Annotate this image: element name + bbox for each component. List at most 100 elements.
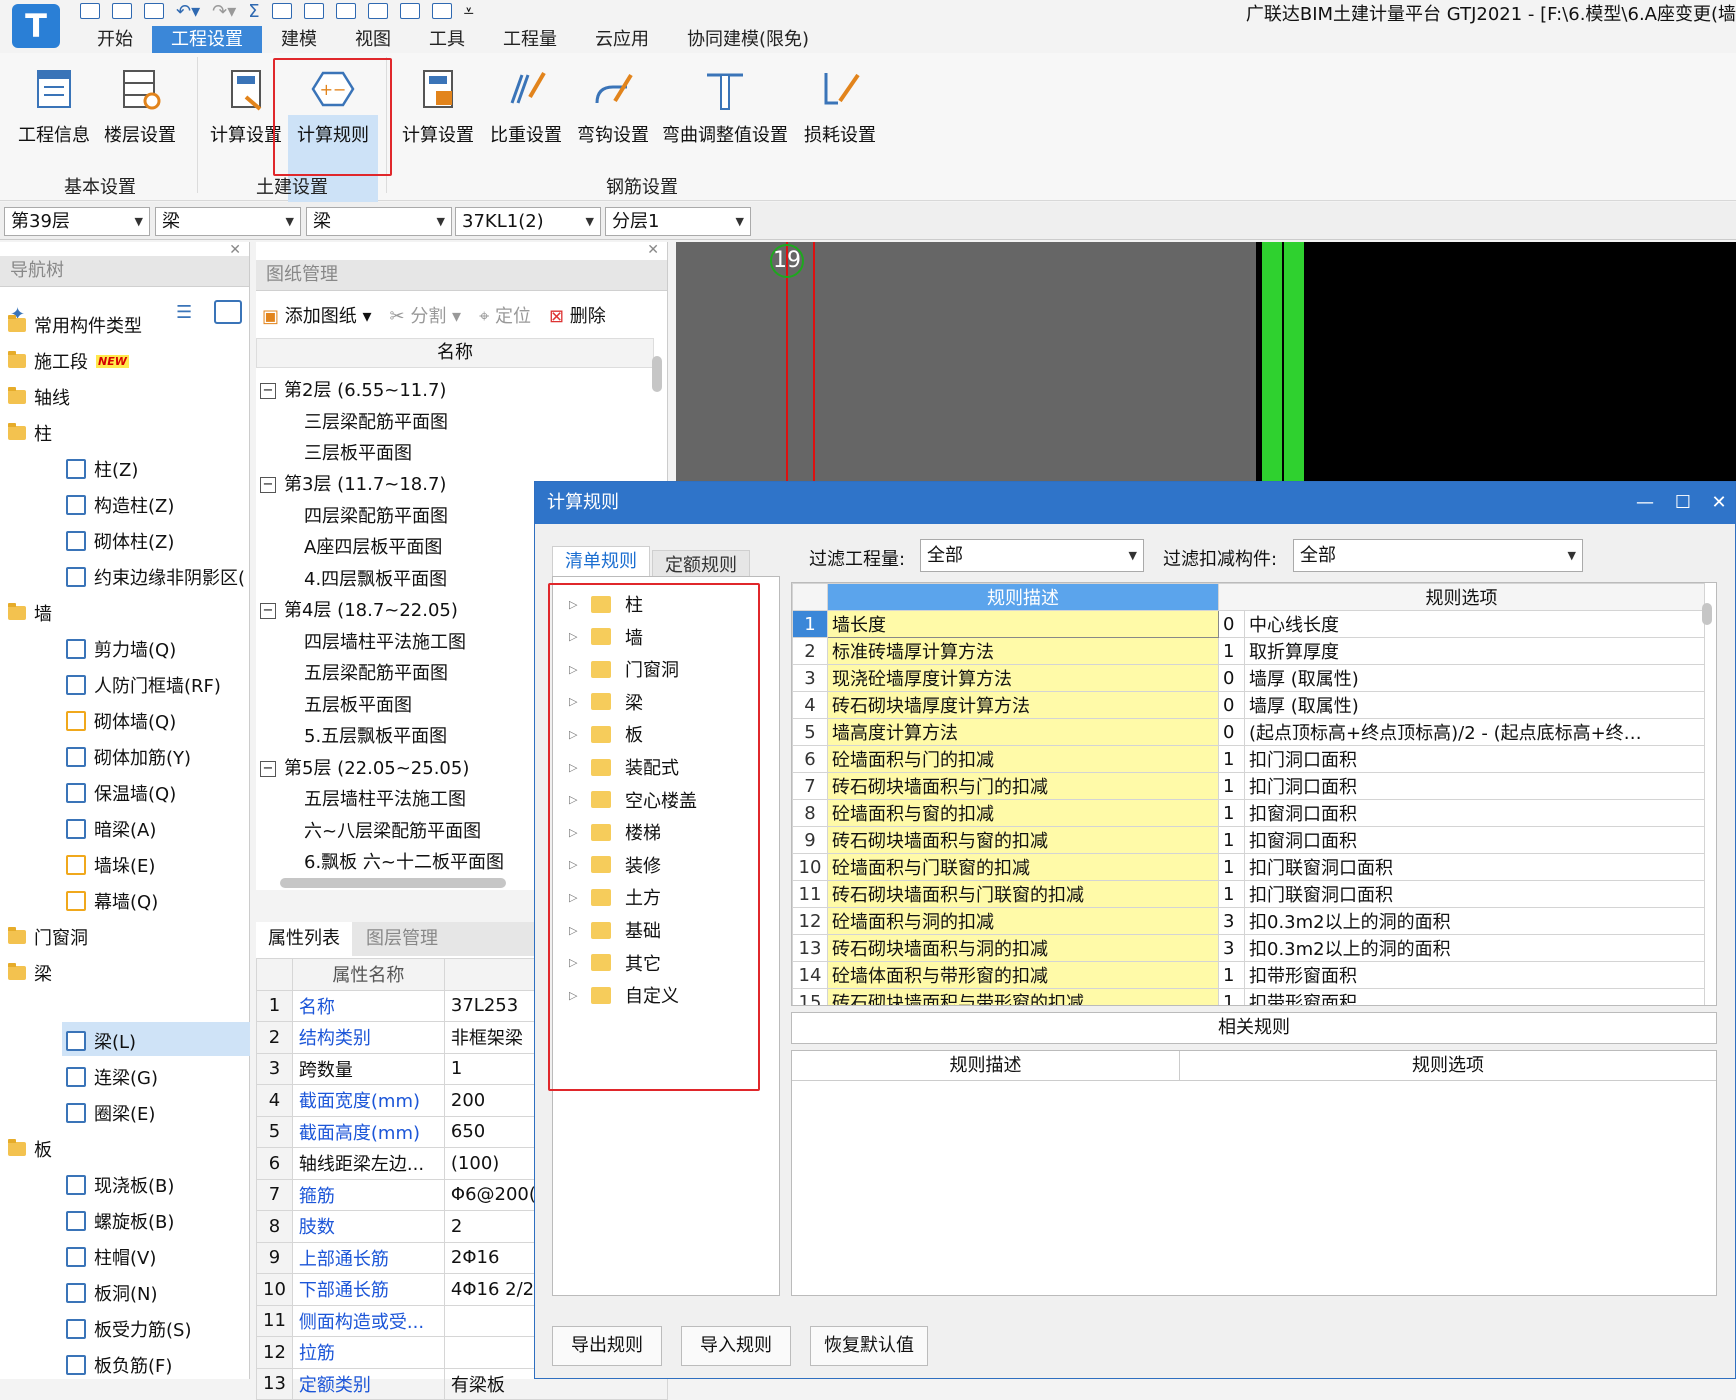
rule-code[interactable]: 1 (1218, 853, 1245, 881)
rule-option[interactable]: 扣门洞口面积 (1244, 772, 1705, 800)
rule-option[interactable]: 扣窗洞口面积 (1244, 799, 1705, 827)
rule-row[interactable]: 15 砖石砌块墙面积与带形窗的扣减 1 扣带形窗面积 (792, 988, 1705, 1005)
nav-civil-defense-wall[interactable]: 人防门框墙(RF) (66, 672, 221, 698)
type-select[interactable]: 梁 ▼ (306, 207, 452, 236)
nav-beam[interactable]: 梁 (8, 960, 52, 986)
undo-icon[interactable]: ↶▾ (176, 1, 200, 22)
bend-adjust-button[interactable]: 弯曲调整值设置 (660, 61, 790, 151)
card-view-icon[interactable] (214, 300, 242, 324)
tab-props[interactable]: 属性列表 (256, 922, 352, 956)
drawing-floor-row[interactable]: − 第5层 (22.05~25.05) (260, 754, 469, 780)
floor-select[interactable]: 第39层 ▼ (4, 207, 150, 236)
nav-slab-main-rebar[interactable]: 板受力筋(S) (66, 1316, 191, 1342)
nav-wall[interactable]: 墙 (8, 600, 52, 626)
customize-icon[interactable]: ⩡ (464, 1, 474, 22)
nav-slab[interactable]: 板 (8, 1136, 52, 1162)
grid-header-desc[interactable]: 规则描述 (827, 583, 1219, 611)
view-icon[interactable] (271, 3, 292, 19)
rule-code[interactable]: 1 (1218, 772, 1245, 800)
rule-option[interactable]: 扣0.3m2以上的洞的面积 (1244, 907, 1705, 935)
nav-masonry-column[interactable]: 砌体柱(Z) (66, 528, 174, 554)
rule-row[interactable]: 14 砼墙体面积与带形窗的扣减 1 扣带形窗面积 (792, 961, 1705, 989)
rule-row[interactable]: 10 砼墙面积与门联窗的扣减 1 扣门联窗洞口面积 (792, 853, 1705, 881)
layer-icon[interactable] (335, 3, 356, 19)
restore-defaults-button[interactable]: 恢复默认值 (810, 1326, 928, 1366)
tab-bill-rules[interactable]: 清单规则 (552, 546, 650, 577)
nav-column-cap[interactable]: 柱帽(V) (66, 1244, 156, 1270)
rule-code[interactable]: 3 (1218, 934, 1245, 962)
save-icon[interactable] (144, 3, 164, 19)
add-drawing-button[interactable]: ▣ 添加图纸 ▾ (262, 302, 372, 328)
drawing-canvas[interactable]: 19 (676, 242, 1736, 482)
nav-hidden-beam[interactable]: 暗梁(A) (66, 816, 156, 842)
nav-constructional-column[interactable]: 构造柱(Z) (66, 492, 174, 518)
delete-button[interactable]: ⊠ 删除 (549, 302, 606, 328)
redo-icon[interactable]: ↷▾ (212, 1, 236, 22)
tab-tools[interactable]: 工具 (410, 26, 484, 53)
rule-desc[interactable]: 砼墙面积与窗的扣减 (827, 799, 1219, 827)
rule-desc[interactable]: 墙高度计算方法 (827, 718, 1219, 746)
rule-option[interactable]: 扣门联窗洞口面积 (1244, 853, 1705, 881)
drawing-row[interactable]: 四层墙柱平法施工图 (304, 628, 466, 654)
tab-view[interactable]: 视图 (336, 26, 410, 53)
export-rules-button[interactable]: 导出规则 (552, 1326, 662, 1366)
nav-curtain-wall[interactable]: 幕墙(Q) (66, 888, 158, 914)
rule-desc[interactable]: 现浇砼墙厚度计算方法 (827, 664, 1219, 692)
rule-desc[interactable]: 标准砖墙厚计算方法 (827, 637, 1219, 665)
hook-settings-button[interactable]: 弯钩设置 (573, 61, 653, 151)
tab-layers[interactable]: 图层管理 (354, 922, 450, 956)
rule-row[interactable]: 12 砼墙面积与洞的扣减 3 扣0.3m2以上的洞的面积 (792, 907, 1705, 935)
floor-settings-button[interactable]: 楼层设置 (100, 61, 180, 151)
rule-code[interactable]: 1 (1218, 637, 1245, 665)
drawing-floor-row[interactable]: − 第2层 (6.55~11.7) (260, 376, 446, 402)
nav-column[interactable]: 柱 (8, 420, 52, 446)
rule-desc[interactable]: 砖石砌块墙面积与洞的扣减 (827, 934, 1219, 962)
rule-code[interactable]: 0 (1218, 610, 1245, 638)
nav-cast-slab[interactable]: 现浇板(B) (66, 1172, 174, 1198)
rule-row[interactable]: 13 砖石砌块墙面积与洞的扣减 3 扣0.3m2以上的洞的面积 (792, 934, 1705, 962)
h-scrollbar[interactable] (280, 878, 506, 888)
rule-option[interactable]: 墙厚 (取属性) (1244, 691, 1705, 719)
list-view-icon[interactable]: ☰ (176, 302, 192, 323)
close-icon[interactable]: ✕ (647, 242, 659, 258)
rule-desc[interactable]: 砖石砌块墙面积与门联窗的扣减 (827, 880, 1219, 908)
rule-desc[interactable]: 砖石砌块墙面积与窗的扣减 (827, 826, 1219, 854)
rule-row[interactable]: 5 墙高度计算方法 0 (起点顶标高+终点顶标高)/2 - (起点底标高+终… (792, 718, 1705, 746)
nav-wall-pier[interactable]: 墙垛(E) (66, 852, 155, 878)
nav-masonry-wall[interactable]: 砌体墙(Q) (66, 708, 176, 734)
tab-start[interactable]: 开始 (78, 26, 152, 53)
rule-desc[interactable]: 墙长度 (827, 610, 1219, 638)
close-icon[interactable]: ✕ (1701, 482, 1736, 524)
drawing-row[interactable]: 五层墙柱平法施工图 (304, 785, 466, 811)
nav-beam-l[interactable]: 梁(L) (66, 1028, 136, 1054)
drawing-floor-row[interactable]: − 第3层 (11.7~18.7) (260, 470, 446, 496)
tab-quantities[interactable]: 工程量 (484, 26, 576, 53)
rebar-calc-settings-button[interactable]: 计算设置 (398, 61, 478, 151)
rule-option[interactable]: 扣0.3m2以上的洞的面积 (1244, 934, 1705, 962)
filter-qty-select[interactable]: 全部 ▼ (920, 539, 1144, 572)
rule-code[interactable]: 1 (1218, 988, 1245, 1005)
rule-code[interactable]: 1 (1218, 745, 1245, 773)
rule-row[interactable]: 3 现浇砼墙厚度计算方法 0 墙厚 (取属性) (792, 664, 1705, 692)
nav-insulation-wall[interactable]: 保温墙(Q) (66, 780, 176, 806)
nav-ring-beam[interactable]: 圈梁(E) (66, 1100, 155, 1126)
nav-slab-hole[interactable]: 板洞(N) (66, 1280, 158, 1306)
drawing-row[interactable]: 三层梁配筋平面图 (304, 408, 448, 434)
layer-select[interactable]: 分层1 ▼ (605, 207, 751, 236)
drawing-row[interactable]: 五层板平面图 (304, 691, 412, 717)
drawing-row[interactable]: 4.四层飘板平面图 (304, 565, 447, 591)
drawing-row[interactable]: 三层板平面图 (304, 439, 412, 465)
component-select[interactable]: 37KL1(2) ▼ (455, 207, 601, 236)
v-scrollbar[interactable] (652, 356, 662, 392)
grid-scrollbar[interactable] (1702, 603, 1712, 625)
rule-code[interactable]: 0 (1218, 691, 1245, 719)
project-info-button[interactable]: 工程信息 (14, 61, 94, 151)
rule-desc[interactable]: 砼墙面积与洞的扣减 (827, 907, 1219, 935)
edit-icon[interactable] (367, 3, 388, 19)
drawing-row[interactable]: 六~八层梁配筋平面图 (304, 817, 481, 843)
rule-option[interactable]: 扣门洞口面积 (1244, 745, 1705, 773)
rule-option[interactable]: (起点顶标高+终点顶标高)/2 - (起点底标高+终… (1244, 718, 1705, 746)
rule-option[interactable]: 扣窗洞口面积 (1244, 826, 1705, 854)
app-logo-icon[interactable]: T (12, 4, 60, 48)
rule-code[interactable]: 0 (1218, 664, 1245, 692)
